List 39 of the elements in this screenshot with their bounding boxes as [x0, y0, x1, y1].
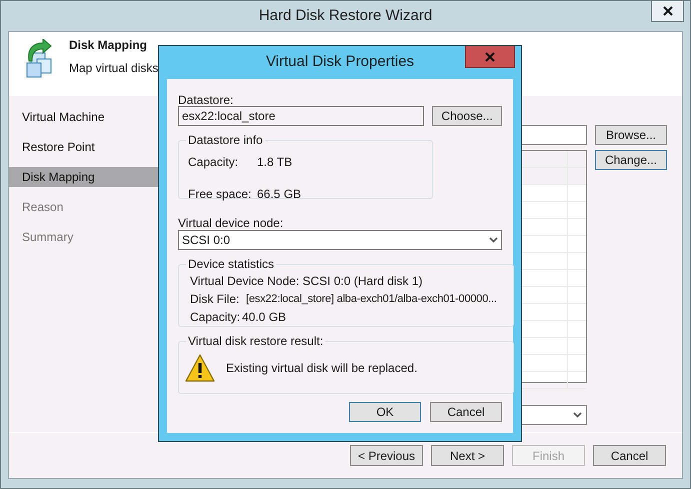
chevron-down-icon: [489, 237, 498, 243]
group-label: Virtual disk restore result:: [186, 334, 326, 348]
dialog-button[interactable]: OK: [349, 402, 421, 422]
dialog-button[interactable]: Cancel: [430, 402, 502, 422]
close-icon: [662, 6, 672, 16]
datastore-field[interactable]: esx22:local_store: [178, 106, 424, 126]
info-label: Capacity:: [188, 154, 240, 171]
info-value: 1.8 TB: [257, 154, 292, 171]
field-label: Virtual device node:: [178, 215, 284, 230]
close-button[interactable]: [651, 1, 684, 22]
wizard-step[interactable]: Restore Point: [9, 137, 158, 157]
wizard-step[interactable]: Disk Mapping: [9, 167, 158, 187]
info-value: [esx22:local_store] alba-exch01/alba-exch01-00000...: [246, 292, 497, 307]
chevron-down-icon: [573, 412, 582, 418]
wizard-step[interactable]: Virtual Machine: [9, 107, 158, 127]
group-label: Datastore info: [186, 133, 265, 147]
dropdown-value: SCSI 0:0: [182, 232, 230, 249]
warning-message: Existing virtual disk will be replaced.: [226, 360, 418, 376]
group-label: Device statistics: [186, 257, 276, 271]
close-icon: [485, 52, 495, 62]
side-button[interactable]: Browse...: [595, 125, 667, 145]
field-label: Datastore:: [178, 92, 234, 106]
device-node-dropdown[interactable]: SCSI 0:0: [178, 230, 502, 250]
info-value: 66.5 GB: [257, 186, 302, 203]
info-label: Capacity:: [190, 310, 242, 325]
step-description: Map virtual disks: [69, 60, 158, 77]
dialog-title: Virtual Disk Properties: [266, 52, 414, 72]
warning-icon: [184, 352, 216, 382]
wizard-button[interactable]: < Previous: [350, 445, 423, 466]
info-label: Disk File:: [190, 292, 240, 307]
wizard-button[interactable]: Cancel: [593, 445, 666, 466]
info-label: Free space:: [188, 186, 252, 203]
wizard-button[interactable]: Next >: [431, 445, 504, 466]
statistics-line: Virtual Device Node: SCSI 0:0 (Hard disk 1): [189, 274, 424, 289]
info-value: 40.0 GB: [242, 310, 286, 325]
side-button[interactable]: Change...: [595, 150, 667, 170]
window-title: Hard Disk Restore Wizard: [258, 6, 432, 26]
step-title: Disk Mapping: [69, 37, 148, 54]
choose-button[interactable]: Choose...: [432, 106, 502, 126]
